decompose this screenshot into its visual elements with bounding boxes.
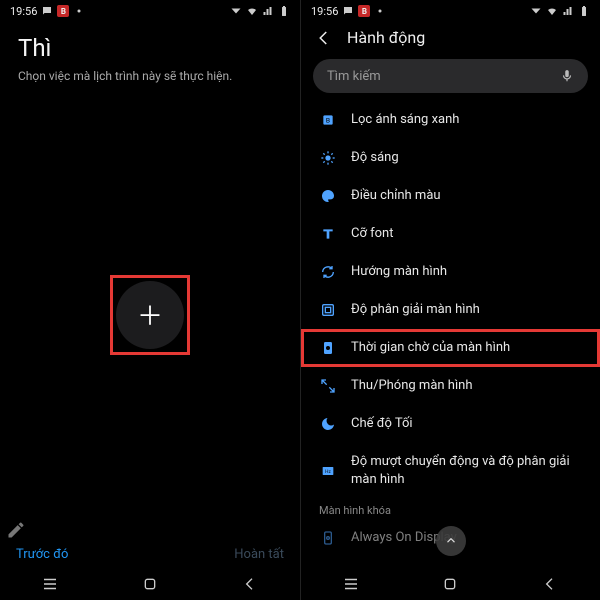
hz-icon: Hz (319, 462, 337, 480)
list-item-label: Chế độ Tối (351, 415, 413, 433)
font-icon (319, 225, 337, 243)
scroll-top-button[interactable] (436, 526, 466, 556)
recents-button[interactable] (30, 575, 70, 593)
add-action-area: ＋ (0, 93, 300, 537)
app-badge-icon: B (57, 5, 69, 17)
list-item-label: Độ phân giải màn hình (351, 301, 480, 319)
list-item-label: Lọc ánh sáng xanh (351, 111, 459, 129)
home-button[interactable] (430, 576, 470, 592)
mic-icon[interactable] (560, 69, 574, 83)
status-time: 19:56 (311, 5, 338, 18)
signal-icon (262, 5, 274, 17)
vowifi-icon (530, 5, 542, 17)
list-item-darkmode[interactable]: Chế độ Tối (301, 405, 600, 443)
list-item-bluelight[interactable]: B Lọc ánh sáng xanh (301, 101, 600, 139)
recents-button[interactable] (331, 575, 371, 593)
resolution-icon (319, 301, 337, 319)
signal-icon (562, 5, 574, 17)
svg-text:B: B (326, 117, 330, 125)
zoom-icon (319, 377, 337, 395)
back-icon[interactable] (315, 29, 333, 47)
status-bar: 19:56 B (301, 0, 600, 22)
timeout-icon (319, 339, 337, 357)
svg-text:Hz: Hz (325, 469, 331, 475)
list-item-label: Độ sáng (351, 149, 399, 167)
list-item-zoom[interactable]: Thu/Phóng màn hình (301, 367, 600, 405)
list-item-label: Cỡ font (351, 225, 394, 243)
list-item-font[interactable]: Cỡ font (301, 215, 600, 253)
bluelight-icon: B (319, 111, 337, 129)
status-time: 19:56 (10, 5, 37, 18)
page-title: Thì (18, 34, 282, 62)
list-item-label: Hướng màn hình (351, 263, 447, 281)
message-icon (41, 5, 53, 17)
home-button[interactable] (130, 576, 170, 592)
palette-icon (319, 187, 337, 205)
bottom-actions: Trước đó Hoàn tất (0, 537, 300, 568)
back-button[interactable] (230, 576, 270, 592)
list-item-brightness[interactable]: Độ sáng (301, 139, 600, 177)
list-item-label: Thu/Phóng màn hình (351, 377, 473, 395)
right-screen: 19:56 B Hành động Tìm kiếm B Lọc án (300, 0, 600, 600)
message-icon (342, 5, 354, 17)
wifi-icon (246, 5, 258, 17)
battery-icon (278, 5, 290, 17)
battery-icon (578, 5, 590, 17)
moon-icon (319, 415, 337, 433)
list-item-resolution[interactable]: Độ phân giải màn hình (301, 291, 600, 329)
list-item-timeout[interactable]: Thời gian chờ của màn hình (301, 329, 600, 367)
prev-button[interactable]: Trước đó (16, 547, 68, 562)
list-item-motion[interactable]: Hz Độ mượt chuyển động và độ phân giải m… (301, 443, 600, 498)
edit-icon[interactable] (6, 520, 26, 540)
list-item-label: Thời gian chờ của màn hình (351, 339, 510, 357)
nav-bar (301, 568, 600, 600)
search-placeholder: Tìm kiếm (327, 69, 381, 84)
aod-icon (319, 529, 337, 547)
done-button[interactable]: Hoàn tất (234, 547, 284, 562)
dot-icon (73, 5, 85, 17)
search-input[interactable]: Tìm kiếm (313, 59, 588, 93)
page-subtitle: Chọn việc mà lịch trình này sẽ thực hiện… (18, 68, 282, 85)
nav-bar (0, 568, 300, 600)
left-screen: 19:56 B Thì Chọn việc mà lịch trình này … (0, 0, 300, 600)
dot-icon (374, 5, 386, 17)
brightness-icon (319, 149, 337, 167)
app-badge-icon: B (358, 5, 370, 17)
status-bar: 19:56 B (0, 0, 300, 22)
list-item-color[interactable]: Điều chỉnh màu (301, 177, 600, 215)
vowifi-icon (230, 5, 242, 17)
back-button[interactable] (530, 576, 570, 592)
section-label-lockscreen: Màn hình khóa (301, 498, 600, 519)
list-item-label: Điều chỉnh màu (351, 187, 441, 205)
list-item-label: Độ mượt chuyển động và độ phân giải màn … (351, 453, 582, 488)
header: Hành động (301, 22, 600, 53)
header-title: Hành động (347, 28, 425, 47)
highlight-box (110, 275, 190, 355)
wifi-icon (546, 5, 558, 17)
action-list: B Lọc ánh sáng xanh Độ sáng Điều chỉnh m… (301, 101, 600, 568)
list-item-orientation[interactable]: Hướng màn hình (301, 253, 600, 291)
rotate-icon (319, 263, 337, 281)
